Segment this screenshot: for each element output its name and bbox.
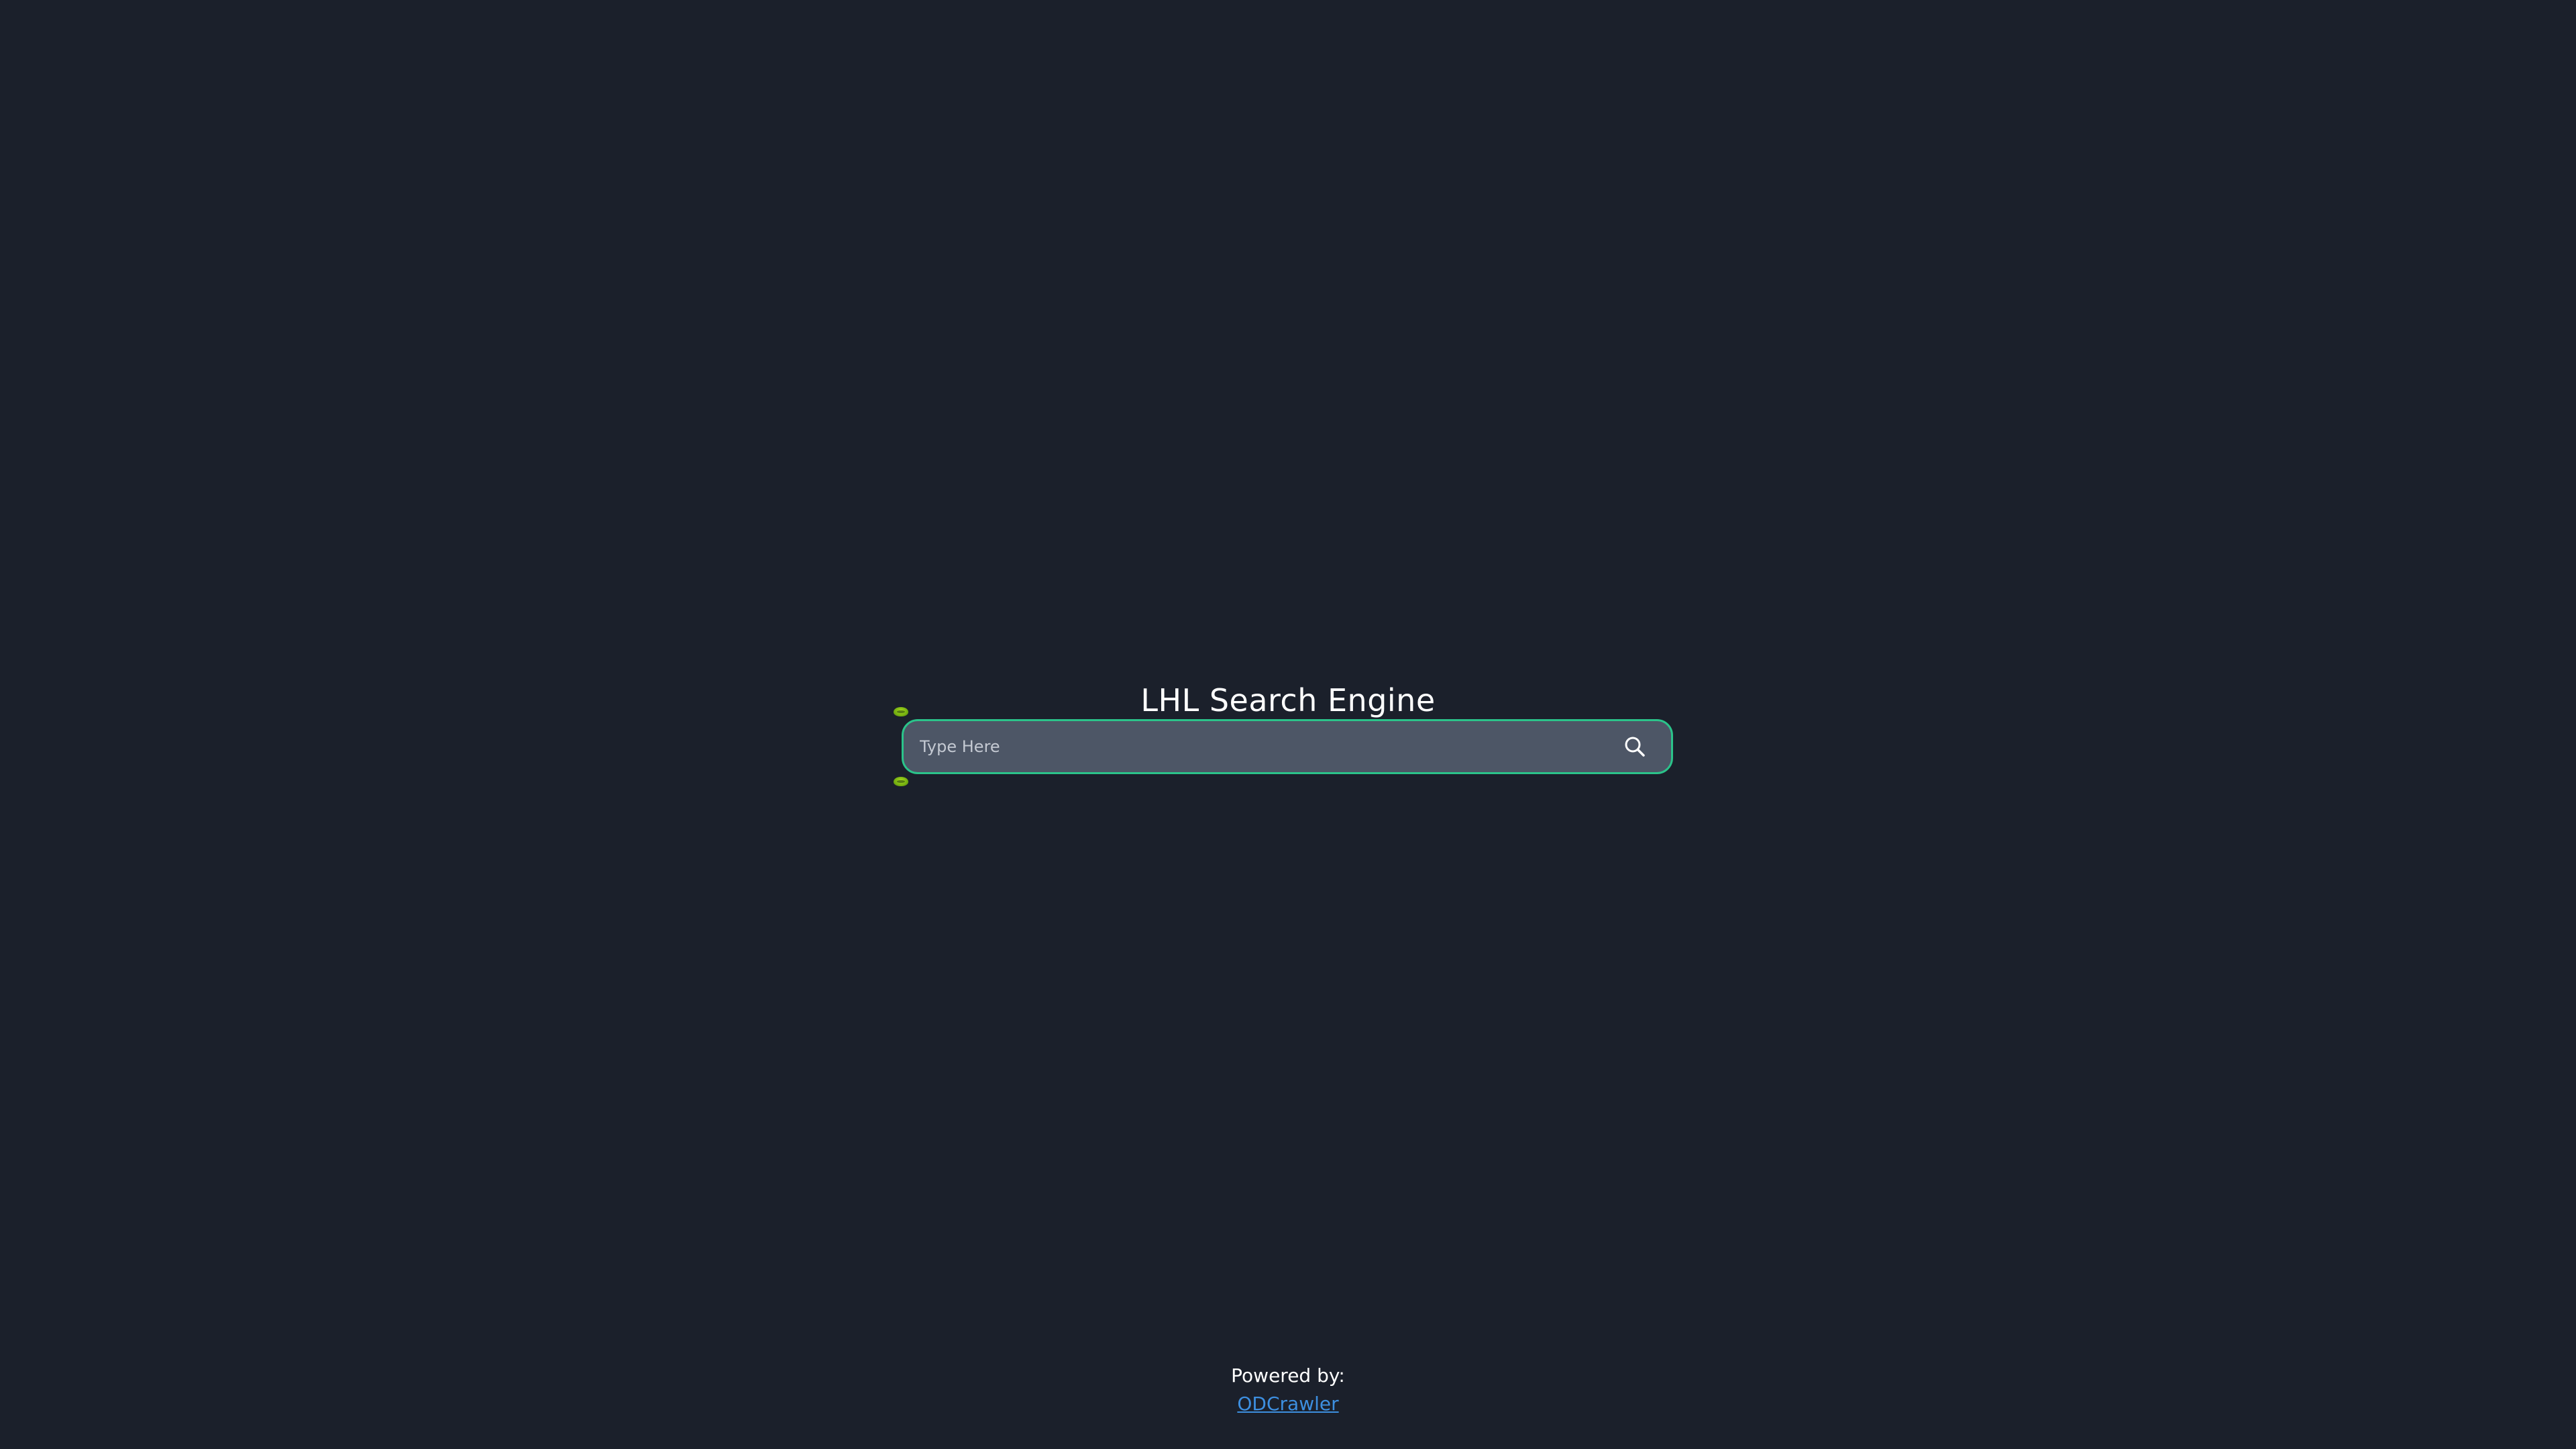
input-focus-marker-bottom xyxy=(894,777,908,786)
search-icon xyxy=(1625,737,1645,757)
odcrawler-link[interactable]: ODCrawler xyxy=(1237,1390,1338,1418)
page-title: LHL Search Engine xyxy=(1140,682,1436,718)
search-input[interactable] xyxy=(904,721,1619,772)
powered-by-label: Powered by: xyxy=(1231,1364,1345,1387)
search-button[interactable] xyxy=(1619,731,1651,763)
input-focus-marker-top xyxy=(894,707,908,716)
footer: Powered by: ODCrawler xyxy=(0,1362,2576,1418)
search-bar xyxy=(902,719,1673,774)
search-page: LHL Search Engine Powered by: ODCrawler xyxy=(0,0,2576,1449)
